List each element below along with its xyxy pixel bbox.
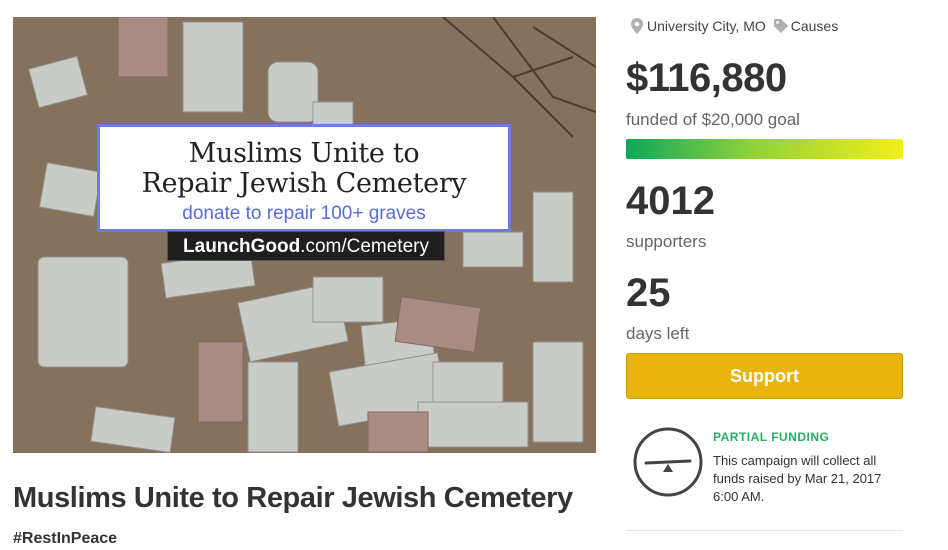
- campaign-title: Muslims Unite to Repair Jewish Cemetery: [13, 482, 573, 514]
- supporters-label: supporters: [626, 232, 707, 251]
- banner-title-line1: Muslims Unite to: [188, 138, 420, 169]
- location-link[interactable]: University City, MO: [647, 18, 766, 34]
- funding-progress-bar: [626, 139, 903, 159]
- partial-funding-title: PARTIAL FUNDING: [713, 430, 830, 444]
- campaign-hero-image: Muslims Unite to Repair Jewish Cemetery …: [13, 17, 596, 453]
- hero-banner: Muslims Unite to Repair Jewish Cemetery …: [97, 124, 511, 232]
- category-link[interactable]: Causes: [791, 18, 838, 34]
- support-button[interactable]: Support: [626, 353, 903, 399]
- launchgood-url-tag: LaunchGood.com/Cemetery: [167, 231, 445, 261]
- days-left-label: days left: [626, 324, 690, 343]
- launchgood-brand: LaunchGood: [183, 236, 301, 257]
- days-left-count: 25: [626, 271, 671, 315]
- campaign-meta: University City, MO Causes: [630, 18, 838, 34]
- goal-text: funded of $20,000 goal: [626, 110, 800, 129]
- supporters-count: 4012: [626, 179, 715, 223]
- campaign-hashtag[interactable]: #RestInPeace: [13, 530, 117, 548]
- sidebar-divider: [626, 530, 903, 531]
- funding-progress-fill: [626, 139, 903, 159]
- banner-title-line2: Repair Jewish Cemetery: [141, 168, 467, 199]
- launchgood-url-path: .com/Cemetery: [300, 236, 429, 257]
- tag-icon: [773, 18, 788, 34]
- partial-funding-text: This campaign will collect all funds rai…: [713, 453, 882, 504]
- banner-subtitle: donate to repair 100+ graves: [182, 203, 426, 224]
- map-pin-icon: [630, 18, 644, 34]
- amount-raised: $116,880: [626, 56, 787, 100]
- balance-scale-icon: [632, 426, 704, 498]
